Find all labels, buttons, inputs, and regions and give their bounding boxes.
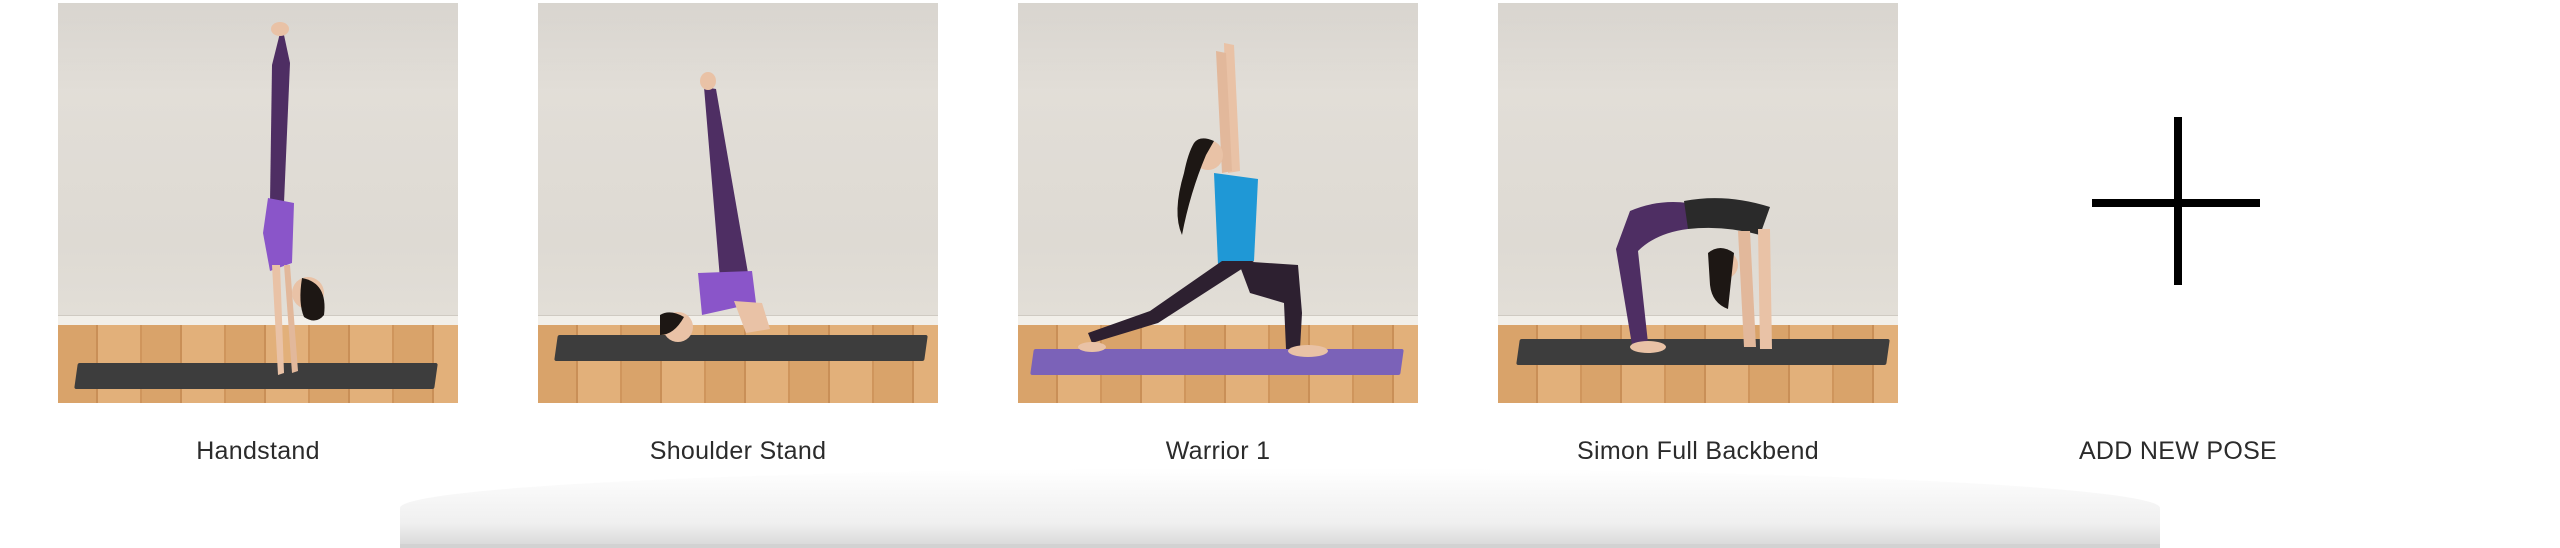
pose-label: Handstand <box>196 437 320 465</box>
pose-card-warrior-1[interactable]: Warrior 1 <box>1018 3 1418 466</box>
pose-gallery: Handstand Shoulder Stand Warrior 1 Simon… <box>0 0 2560 548</box>
pose-card-shoulder-stand[interactable]: Shoulder Stand <box>538 3 938 466</box>
pose-label: Warrior 1 <box>1165 437 1271 465</box>
pose-image-warrior-1[interactable] <box>1018 3 1418 403</box>
pose-card-simon-full-backbend[interactable]: Simon Full Backbend <box>1498 3 1898 466</box>
add-new-pose-button[interactable] <box>1978 3 2378 403</box>
plus-icon <box>2092 117 2260 285</box>
add-new-pose-card[interactable]: ADD NEW POSE <box>1978 3 2378 466</box>
pose-image-shoulder-stand[interactable] <box>538 3 938 403</box>
handstand-figure <box>263 22 325 375</box>
footer-shadow <box>400 468 2160 548</box>
pose-image-simon-full-backbend[interactable] <box>1498 3 1898 403</box>
backbend-figure <box>1616 198 1772 353</box>
shoulder-stand-figure <box>660 72 770 342</box>
pose-card-handstand[interactable]: Handstand <box>58 3 458 466</box>
pose-label: Shoulder Stand <box>649 437 827 465</box>
footer-bar <box>400 544 2160 548</box>
pose-label: Simon Full Backbend <box>1577 437 1819 465</box>
pose-image-handstand[interactable] <box>58 3 458 403</box>
warrior-1-figure <box>1078 43 1328 357</box>
add-new-pose-label: ADD NEW POSE <box>2078 437 2278 465</box>
